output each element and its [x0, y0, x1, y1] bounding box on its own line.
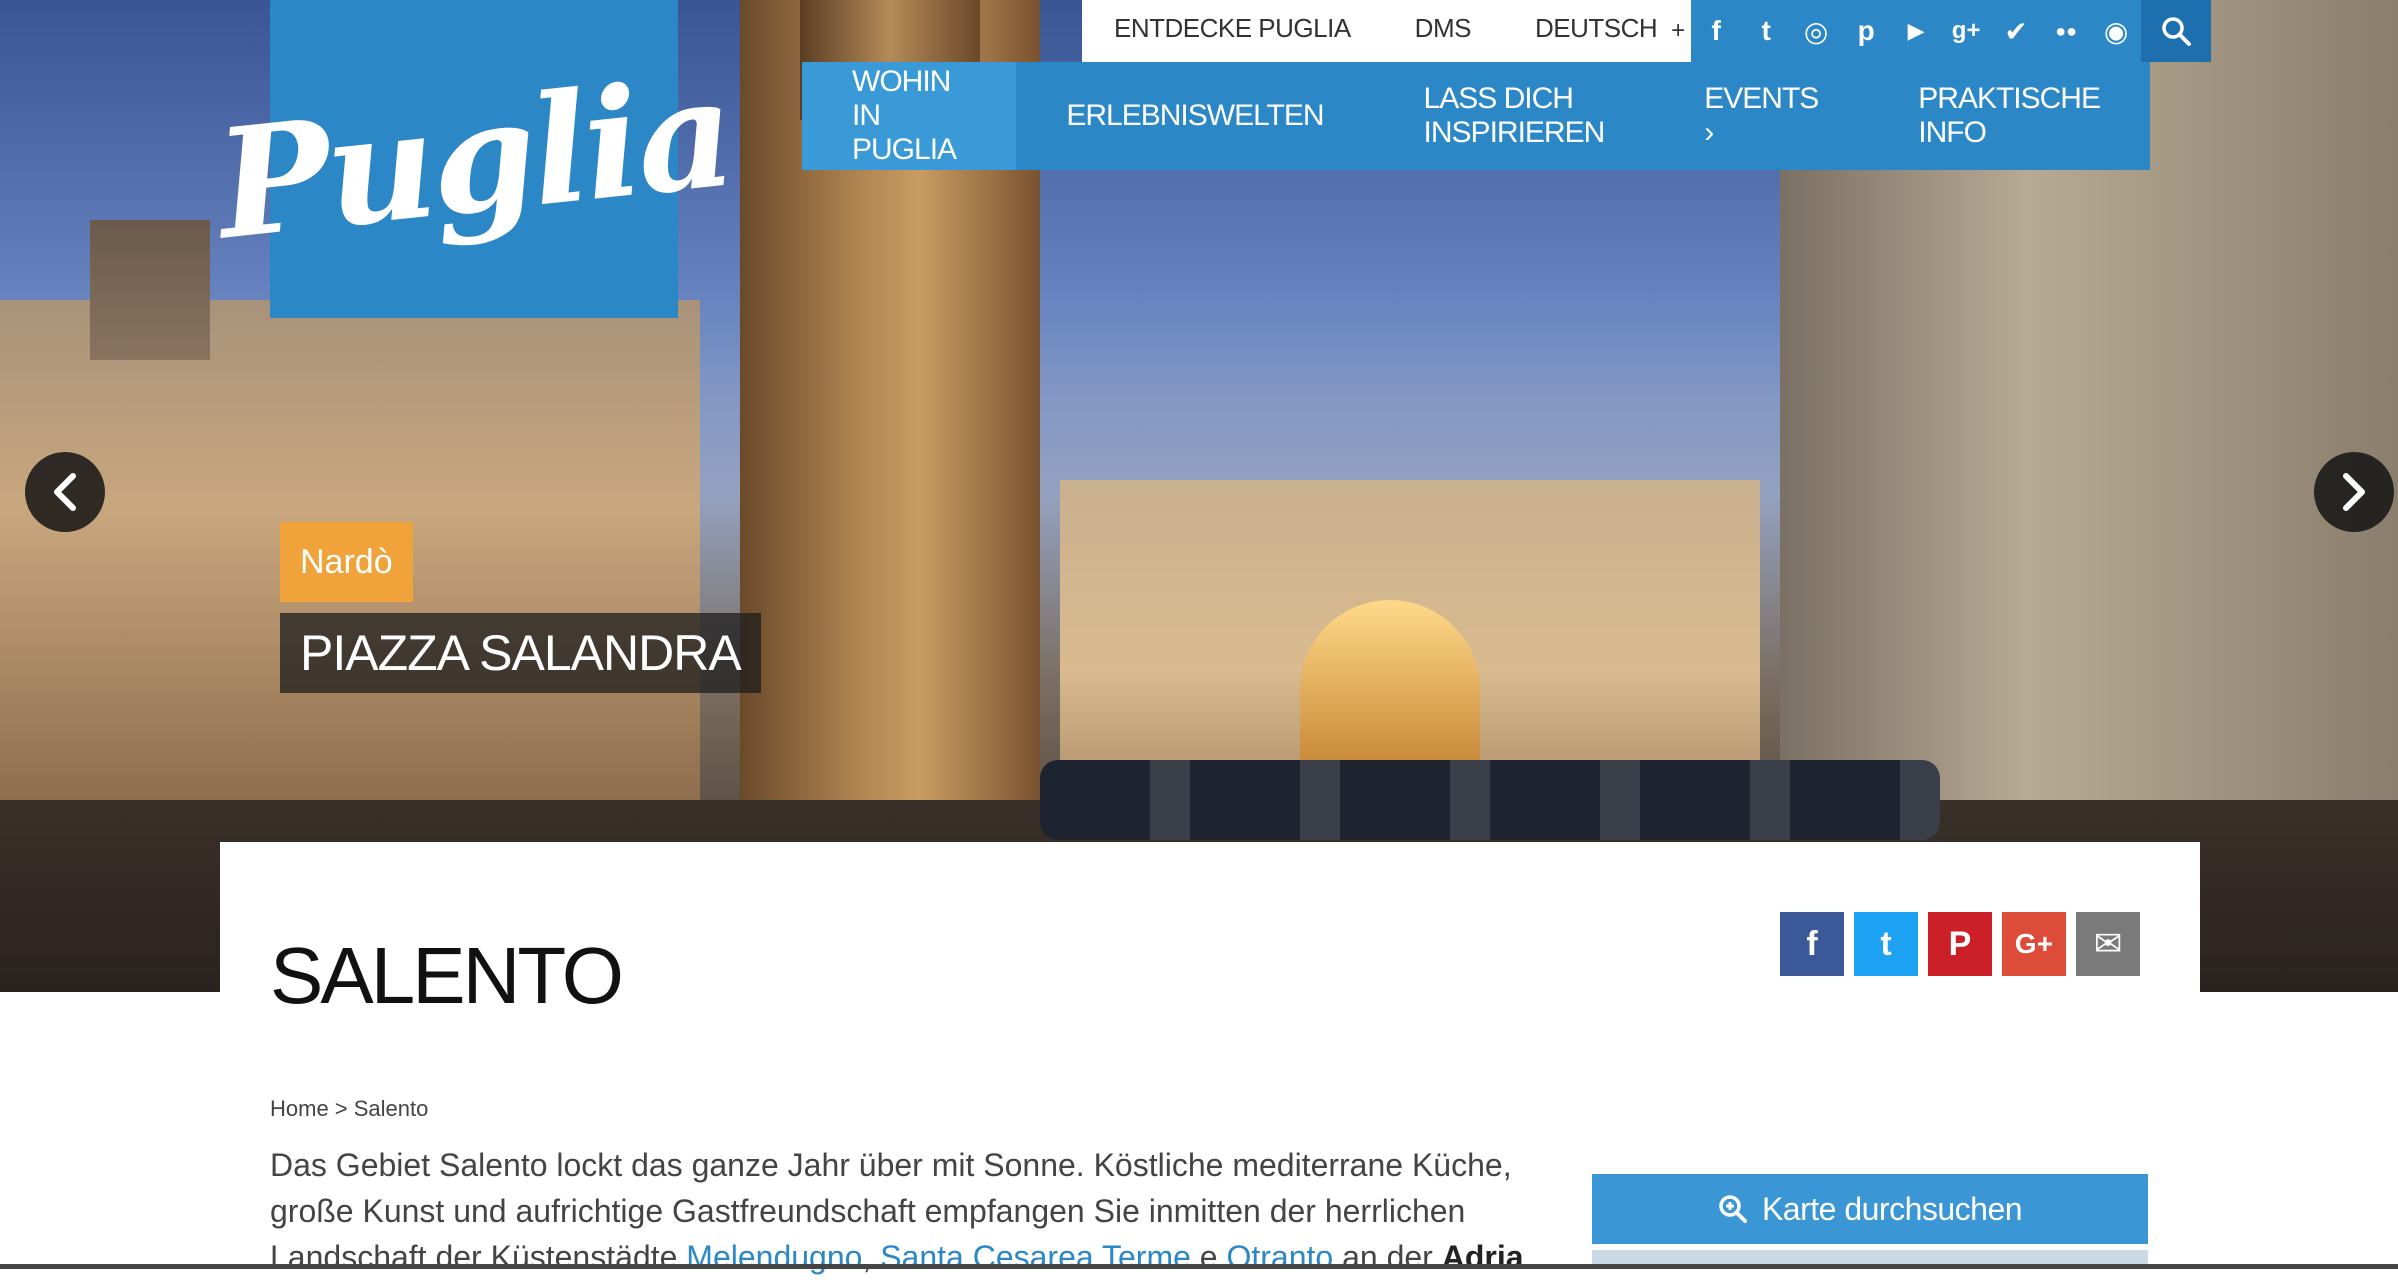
chevron-left-icon: [54, 473, 76, 511]
intro-text-2: an der: [1333, 1239, 1442, 1275]
map-search-button[interactable]: Karte durchsuchen: [1592, 1174, 2148, 1244]
search-icon: [2162, 17, 2192, 46]
pinterest-share-icon[interactable]: P: [1928, 912, 1992, 976]
intro-sep-1: ,: [862, 1239, 881, 1275]
intro-bold-adria: Adria: [1441, 1239, 1524, 1275]
social-links: f t ◎ p ▶ g+ ✔ ●● ◉: [1691, 0, 2212, 62]
link-otranto[interactable]: Otranto: [1226, 1239, 1333, 1275]
twitter-icon[interactable]: t: [1741, 0, 1791, 62]
main-navigation: WOHIN IN PUGLIA ERLEBNISWELTEN LASS DICH…: [802, 62, 2150, 170]
intro-sep-2: e: [1190, 1239, 1227, 1275]
breadcrumb[interactable]: Home > Salento: [270, 1096, 428, 1122]
link-melendugno[interactable]: Melendugno: [686, 1239, 862, 1275]
share-buttons: f t P G+ ✉: [1780, 912, 2140, 976]
google-plus-share-icon[interactable]: G+: [2002, 912, 2066, 976]
utility-link-entdecke[interactable]: ENTDECKE PUGLIA: [1082, 0, 1383, 62]
window-bottom-edge: [0, 1264, 2398, 1269]
utility-bar: ENTDECKE PUGLIA DMS DEUTSCH + f t ◎ p ▶ …: [1082, 0, 2212, 62]
slider-prev-button[interactable]: [25, 452, 105, 532]
utility-links: ENTDECKE PUGLIA DMS DEUTSCH +: [1082, 0, 1692, 62]
page-title: SALENTO: [270, 931, 624, 1020]
nav-events[interactable]: EVENTS ›: [1654, 62, 1868, 170]
pinterest-icon[interactable]: p: [1841, 0, 1891, 62]
logo-wordmark: Puglia: [209, 44, 739, 274]
language-more-button[interactable]: +: [1671, 3, 1691, 59]
nav-lass-dich-inspirieren[interactable]: LASS DICH INSPIRIEREN: [1374, 62, 1655, 170]
language-selector[interactable]: DEUTSCH: [1503, 0, 1671, 62]
chevron-right-icon: [2343, 473, 2365, 511]
nav-wohin-in-puglia[interactable]: WOHIN IN PUGLIA: [802, 62, 1017, 170]
twitter-share-icon[interactable]: t: [1854, 912, 1918, 976]
hero-bell-tower: [90, 220, 210, 360]
instagram-icon[interactable]: ◎: [1791, 0, 1841, 62]
hero-caption-title: PIAZZA SALANDRA: [280, 613, 761, 693]
tripadvisor-icon[interactable]: ✔: [1991, 0, 2041, 62]
flickr-icon[interactable]: ●●: [2041, 0, 2091, 62]
nav-erlebniswelten[interactable]: ERLEBNISWELTEN: [1016, 62, 1373, 170]
map-search-icon: [1719, 1195, 1747, 1223]
intro-paragraph: Das Gebiet Salento lockt das ganze Jahr …: [270, 1142, 1540, 1280]
content-card: SALENTO f t P G+ ✉ Home > Salento Das Ge…: [220, 842, 2200, 1275]
hero-parked-cars: [1040, 760, 1940, 840]
slider-next-button[interactable]: [2314, 452, 2394, 532]
utility-link-dms[interactable]: DMS: [1383, 0, 1503, 62]
site-logo[interactable]: Puglia: [209, 0, 739, 318]
email-share-icon[interactable]: ✉: [2076, 912, 2140, 976]
youtube-icon[interactable]: ▶: [1891, 0, 1941, 62]
map-search-label: Karte durchsuchen: [1761, 1190, 2023, 1227]
search-button[interactable]: [2141, 0, 2212, 62]
foursquare-icon[interactable]: ◉: [2091, 0, 2141, 62]
nav-praktische-info[interactable]: PRAKTISCHE INFO: [1868, 62, 2150, 170]
facebook-share-icon[interactable]: f: [1780, 912, 1844, 976]
hero-location-tag[interactable]: Nardò: [280, 522, 413, 602]
link-santa-cesarea-terme[interactable]: Santa Cesarea Terme: [880, 1239, 1191, 1275]
facebook-icon[interactable]: f: [1691, 0, 1741, 62]
google-plus-icon[interactable]: g+: [1941, 0, 1991, 62]
